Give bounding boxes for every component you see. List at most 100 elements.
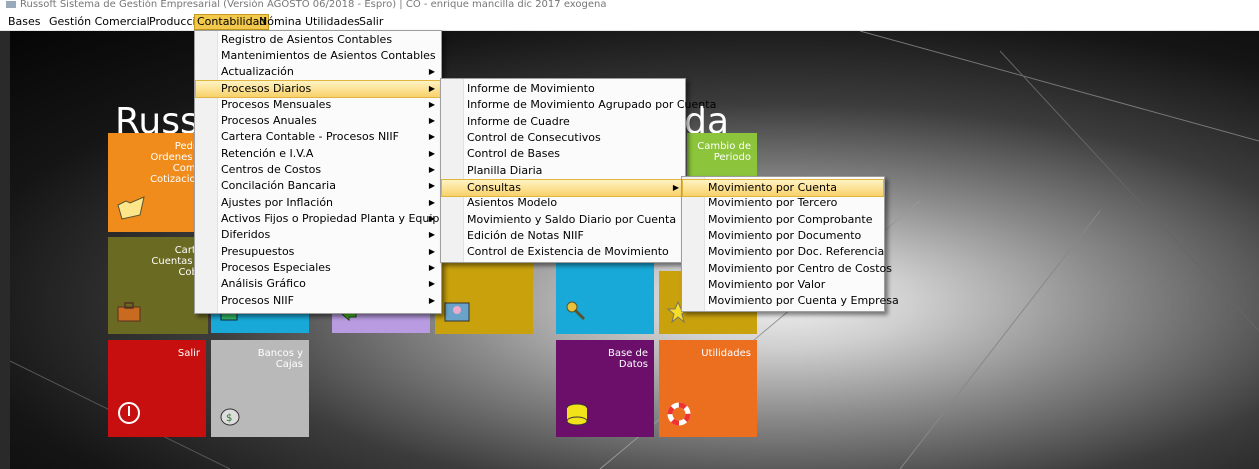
people-icon xyxy=(443,299,471,326)
menu-item-conciliacion-bancaria[interactable]: Concilación Bancaria ▶ xyxy=(196,178,440,194)
tile-pedidos[interactable]: Pedid Ordenes d Comp Cotizacion xyxy=(108,133,208,232)
menu-salir[interactable]: Salir xyxy=(357,15,385,29)
menu-item-movimiento-comprobante[interactable]: Movimiento por Comprobante xyxy=(683,212,883,228)
submenu-arrow-icon: ▶ xyxy=(428,279,435,288)
menu-item-label: Centros de Costos xyxy=(221,163,322,176)
menu-contabilidad-dropdown: Registro de Asientos Contables Mantenimi… xyxy=(194,30,471,314)
menu-item-movimiento-doc-referencia[interactable]: Movimiento por Doc. Referencia xyxy=(683,244,884,260)
menu-procesos-diarios-dropdown: Informe de Movimiento Informe de Movimie… xyxy=(440,78,716,263)
tile-bancos-label: Bancos y Cajas xyxy=(257,348,303,370)
tile-utilidades[interactable]: Utilidades xyxy=(659,340,757,437)
menu-item-label: Movimiento por Cuenta xyxy=(708,181,838,194)
menu-item-procesos-especiales[interactable]: Procesos Especiales ▶ xyxy=(196,260,440,276)
menu-item-procesos-diarios[interactable]: Procesos Diarios ▶ xyxy=(195,80,441,98)
menu-utilidades[interactable]: Utilidades xyxy=(303,15,362,29)
submenu-arrow-icon: ▶ xyxy=(428,214,435,223)
menu-item-procesos-anuales[interactable]: Procesos Anuales ▶ xyxy=(196,113,440,129)
menu-item-label: Informe de Movimiento Agrupado por Cuent… xyxy=(467,98,717,111)
menu-item-label: Procesos NIIF xyxy=(221,294,294,307)
lifebuoy-icon xyxy=(667,402,691,429)
menu-nomina[interactable]: Nómina xyxy=(257,15,303,29)
menu-item-label: Edición de Notas NIIF xyxy=(467,229,584,242)
menu-item-label: Procesos Diarios xyxy=(221,82,312,95)
tile-cambio-periodo[interactable]: Cambio de Periodo xyxy=(687,133,757,180)
menu-item-ajustes-inflacion[interactable]: Ajustes por Inflación ▶ xyxy=(196,195,440,211)
svg-text:$: $ xyxy=(226,413,232,424)
submenu-arrow-icon: ▶ xyxy=(672,183,679,192)
submenu-arrow-icon: ▶ xyxy=(428,247,435,256)
tile-cartera[interactable]: Carte Cuentas p Cobr xyxy=(108,237,208,334)
menu-item-asientos-modelo[interactable]: Asientos Modelo xyxy=(442,195,684,211)
tile-utilidades-label: Utilidades xyxy=(701,348,751,359)
menu-item-informe-agrupado[interactable]: Informe de Movimiento Agrupado por Cuent… xyxy=(442,97,716,113)
menu-item-movimiento-tercero[interactable]: Movimiento por Tercero xyxy=(683,195,883,211)
menu-item-movimiento-saldo-diario[interactable]: Movimiento y Saldo Diario por Cuenta xyxy=(442,212,684,228)
power-icon xyxy=(116,400,142,429)
menu-item-label: Procesos Especiales xyxy=(221,261,331,274)
tile-cambio-periodo-label: Cambio de Periodo xyxy=(697,141,751,163)
window-title: Russoft Sistema de Gestión Empresarial (… xyxy=(20,0,607,10)
menu-item-label: Análisis Gráfico xyxy=(221,277,306,290)
menu-item-control-bases[interactable]: Control de Bases xyxy=(442,146,684,162)
menu-item-movimiento-centro-costos[interactable]: Movimiento por Centro de Costos xyxy=(683,261,892,277)
tile-salir-label: Salir xyxy=(177,348,200,359)
menu-item-label: Movimiento por Centro de Costos xyxy=(708,262,892,275)
menu-item-label: Concilación Bancaria xyxy=(221,179,336,192)
menu-item-label: Ajustes por Inflación xyxy=(221,196,334,209)
menu-item-label: Asientos Modelo xyxy=(467,196,558,209)
menu-item-label: Retención e I.V.A xyxy=(221,147,314,160)
menu-item-registro-asientos[interactable]: Registro de Asientos Contables xyxy=(196,32,440,48)
tile-base-datos[interactable]: Base de Datos xyxy=(556,340,654,437)
menu-item-presupuestos[interactable]: Presupuestos ▶ xyxy=(196,244,440,260)
briefcase-icon xyxy=(116,301,142,326)
menu-item-retencion-iva[interactable]: Retención e I.V.A ▶ xyxy=(196,146,440,162)
folder-icon xyxy=(116,195,146,224)
menu-item-centros-costos[interactable]: Centros de Costos ▶ xyxy=(196,162,440,178)
menu-item-activos-fijos[interactable]: Activos Fijos o Propiedad Planta y Equip… xyxy=(196,211,471,227)
menu-item-label: Control de Consecutivos xyxy=(467,131,601,144)
tile-yellow[interactable] xyxy=(435,259,533,334)
menu-item-label: Movimiento por Cuenta y Empresa xyxy=(708,294,899,307)
menu-item-diferidos[interactable]: Diferidos ▶ xyxy=(196,227,440,243)
submenu-arrow-icon: ▶ xyxy=(428,296,435,305)
menu-item-label: Movimiento por Valor xyxy=(708,278,826,291)
menu-item-control-existencia[interactable]: Control de Existencia de Movimiento xyxy=(442,244,684,260)
menu-item-movimiento-valor[interactable]: Movimiento por Valor xyxy=(683,277,883,293)
menu-item-mantenimientos-asientos[interactable]: Mantenimientos de Asientos Contables xyxy=(196,48,440,64)
menubar: Bases Gestión Comercial Producción Conta… xyxy=(0,14,1259,31)
menu-item-label: Actualización xyxy=(221,65,294,78)
menu-item-movimiento-documento[interactable]: Movimiento por Documento xyxy=(683,228,883,244)
submenu-arrow-icon: ▶ xyxy=(428,149,435,158)
tile-keys[interactable] xyxy=(556,259,654,334)
menu-item-procesos-niif[interactable]: Procesos NIIF ▶ xyxy=(196,293,440,309)
menu-item-actualizacion[interactable]: Actualización ▶ xyxy=(196,64,440,80)
menu-item-planilla-diaria[interactable]: Planilla Diaria xyxy=(442,163,684,179)
menu-consultas-dropdown: Movimiento por Cuenta Movimiento por Ter… xyxy=(681,176,899,312)
menu-item-control-consecutivos[interactable]: Control de Consecutivos xyxy=(442,130,684,146)
menu-item-label: Presupuestos xyxy=(221,245,295,258)
menu-item-label: Control de Bases xyxy=(467,147,561,160)
submenu-arrow-icon: ▶ xyxy=(428,100,435,109)
submenu-arrow-icon: ▶ xyxy=(428,132,435,141)
app-icon xyxy=(6,0,16,8)
menu-item-label: Control de Existencia de Movimiento xyxy=(467,245,669,258)
tile-salir[interactable]: Salir xyxy=(108,340,206,437)
menu-item-analisis-grafico[interactable]: Análisis Gráfico ▶ xyxy=(196,276,440,292)
menu-item-label: Informe de Cuadre xyxy=(467,115,570,128)
submenu-arrow-icon: ▶ xyxy=(428,198,435,207)
menu-item-edicion-notas-niif[interactable]: Edición de Notas NIIF xyxy=(442,228,684,244)
tile-bancos[interactable]: Bancos y Cajas $ xyxy=(211,340,309,437)
menu-item-label: Informe de Movimiento xyxy=(467,82,595,95)
menu-item-label: Consultas xyxy=(467,181,521,194)
menu-item-cartera-niif[interactable]: Cartera Contable - Procesos NIIF ▶ xyxy=(196,129,440,145)
menu-item-label: Mantenimientos de Asientos Contables xyxy=(221,49,436,62)
menu-gestion-comercial[interactable]: Gestión Comercial xyxy=(47,15,152,29)
menu-item-informe-movimiento[interactable]: Informe de Movimiento xyxy=(442,81,684,97)
menu-bases[interactable]: Bases xyxy=(6,15,43,29)
window-titlebar: Russoft Sistema de Gestión Empresarial (… xyxy=(0,0,1259,14)
menu-item-procesos-mensuales[interactable]: Procesos Mensuales ▶ xyxy=(196,97,440,113)
submenu-arrow-icon: ▶ xyxy=(428,165,435,174)
menu-item-informe-cuadre[interactable]: Informe de Cuadre xyxy=(442,114,684,130)
submenu-arrow-icon: ▶ xyxy=(428,116,435,125)
menu-item-movimiento-cuenta-empresa[interactable]: Movimiento por Cuenta y Empresa xyxy=(683,293,899,309)
